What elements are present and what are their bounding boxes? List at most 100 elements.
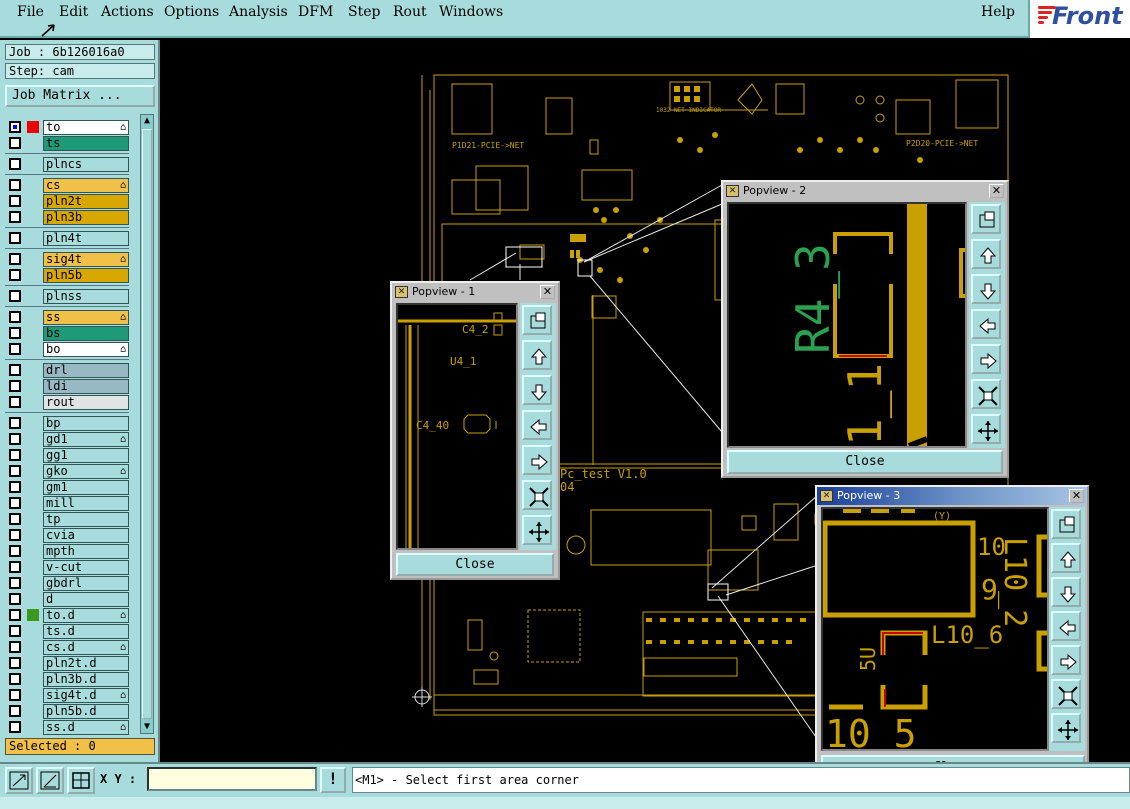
layer-checkbox[interactable] [9, 673, 21, 685]
pan-down-button[interactable] [522, 375, 552, 405]
pan-up-button[interactable] [522, 340, 552, 370]
zoom-in-button[interactable] [1051, 713, 1081, 743]
pan-up-button[interactable] [971, 239, 1001, 269]
layer-row[interactable]: gko ⌂ [5, 464, 129, 479]
layer-name[interactable]: ss.d ⌂ [43, 720, 129, 735]
zoom-area-button[interactable] [5, 767, 33, 794]
layer-row[interactable]: to ⌂ [5, 120, 129, 135]
menu-options[interactable]: Options [164, 4, 219, 20]
layer-checkbox[interactable] [9, 211, 21, 223]
popview-3-close-icon[interactable]: ✕ [1069, 489, 1084, 503]
layer-name[interactable]: pln3b.d [43, 672, 129, 687]
layer-checkbox[interactable] [9, 137, 21, 149]
layer-checkbox[interactable] [9, 396, 21, 408]
layer-row[interactable]: pln4t [5, 231, 129, 246]
pan-up-button[interactable] [1051, 543, 1081, 573]
layer-checkbox[interactable] [9, 705, 21, 717]
layer-row[interactable]: pln5b.d [5, 704, 129, 719]
layer-name[interactable]: ts.d [43, 624, 129, 639]
zoom-home-button[interactable] [971, 204, 1001, 234]
layer-name[interactable]: ldi [43, 379, 129, 394]
popview-1-viewport[interactable]: C4_2 U4_1 C4_40 [396, 303, 518, 550]
layer-row[interactable]: sig4t.d ⌂ [5, 688, 129, 703]
layer-row[interactable]: mill [5, 496, 129, 511]
layer-checkbox[interactable] [9, 721, 21, 733]
layer-row[interactable]: ss.d ⌂ [5, 720, 129, 735]
layer-checkbox[interactable] [9, 577, 21, 589]
zoom-home-button[interactable] [1051, 509, 1081, 539]
layer-name[interactable]: gm1 [43, 480, 129, 495]
zoom-out-button[interactable] [522, 480, 552, 510]
layer-checkbox[interactable] [9, 529, 21, 541]
layer-name[interactable]: pln4t [43, 231, 129, 246]
pan-right-button[interactable] [522, 445, 552, 475]
zoom-out-button[interactable] [971, 379, 1001, 409]
menu-analysis[interactable]: Analysis [229, 4, 288, 20]
layer-checkbox[interactable] [9, 232, 21, 244]
layer-checkbox[interactable] [9, 158, 21, 170]
layer-row[interactable]: sig4t ⌂ [5, 252, 129, 267]
menu-rout[interactable]: Rout [393, 4, 427, 20]
scroll-up-icon[interactable]: ▲ [141, 115, 153, 127]
layer-checkbox[interactable] [9, 561, 21, 573]
layer-row[interactable]: d [5, 592, 129, 607]
layer-row[interactable]: ss ⌂ [5, 310, 129, 325]
layer-name[interactable]: bs [43, 326, 129, 341]
layer-row[interactable]: tp [5, 512, 129, 527]
layer-name[interactable]: gko ⌂ [43, 464, 129, 479]
layer-row[interactable]: pln3b [5, 210, 129, 225]
layer-name[interactable]: pln2t.d [43, 656, 129, 671]
layer-row[interactable]: cs ⌂ [5, 178, 129, 193]
layer-row[interactable]: plnss [5, 289, 129, 304]
layer-row[interactable]: rout [5, 395, 129, 410]
layer-row[interactable]: cs.d ⌂ [5, 640, 129, 655]
layer-row[interactable]: ts [5, 136, 129, 151]
zoom-home-button[interactable] [522, 305, 552, 335]
job-matrix-button[interactable]: Job Matrix ... [5, 85, 155, 107]
layer-name[interactable]: cs ⌂ [43, 178, 129, 193]
layer-name[interactable]: v-cut [43, 560, 129, 575]
layer-name[interactable]: plncs [43, 157, 129, 172]
layer-name[interactable]: drl [43, 363, 129, 378]
menu-edit[interactable]: Edit [59, 4, 88, 20]
layer-checkbox[interactable] [9, 465, 21, 477]
layer-name[interactable]: mill [43, 496, 129, 511]
xy-coordinate-input[interactable] [147, 767, 317, 791]
layer-checkbox[interactable] [9, 269, 21, 281]
layer-row[interactable]: gbdrl [5, 576, 129, 591]
popview-3-titlebar[interactable]: ✕ Popview - 3 ✕ [817, 487, 1087, 505]
layer-name[interactable]: cs.d ⌂ [43, 640, 129, 655]
layer-row[interactable]: bs [5, 326, 129, 341]
menu-file[interactable]: File [17, 4, 44, 20]
zoom-out-button[interactable] [1051, 679, 1081, 709]
layer-name[interactable]: to ⌂ [43, 120, 129, 135]
layer-name[interactable]: cvia [43, 528, 129, 543]
popview-2-titlebar[interactable]: ✕ Popview - 2 ✕ [723, 182, 1007, 200]
popview-1-close-icon[interactable]: ✕ [540, 285, 555, 299]
layer-row[interactable]: pln2t.d [5, 656, 129, 671]
popview-3-viewport[interactable]: (Y) 10 L10_2 9 5U L10_6 10_5 [821, 507, 1049, 757]
layer-checkbox[interactable] [9, 311, 21, 323]
layer-name[interactable]: bp [43, 416, 129, 431]
layer-name[interactable]: ss ⌂ [43, 310, 129, 325]
layer-checkbox[interactable] [9, 689, 21, 701]
pan-left-button[interactable] [971, 309, 1001, 339]
layer-checkbox[interactable] [9, 545, 21, 557]
layer-checkbox[interactable] [9, 593, 21, 605]
layer-checkbox[interactable] [9, 290, 21, 302]
layer-checkbox[interactable] [9, 609, 21, 621]
layer-name[interactable]: sig4t ⌂ [43, 252, 129, 267]
layer-name[interactable]: plnss [43, 289, 129, 304]
popview-1-close-button[interactable]: Close [396, 553, 554, 576]
layer-checkbox[interactable] [9, 481, 21, 493]
layer-checkbox[interactable] [9, 195, 21, 207]
popview-1-titlebar[interactable]: ✕ Popview - 1 ✕ [392, 283, 558, 301]
grid-button[interactable] [67, 767, 95, 794]
pan-down-button[interactable] [971, 274, 1001, 304]
layer-checkbox[interactable] [9, 433, 21, 445]
layer-row[interactable]: ldi [5, 379, 129, 394]
layer-row[interactable]: plncs [5, 157, 129, 172]
layer-name[interactable]: sig4t.d ⌂ [43, 688, 129, 703]
layer-row[interactable]: cvia [5, 528, 129, 543]
layer-row[interactable]: v-cut [5, 560, 129, 575]
